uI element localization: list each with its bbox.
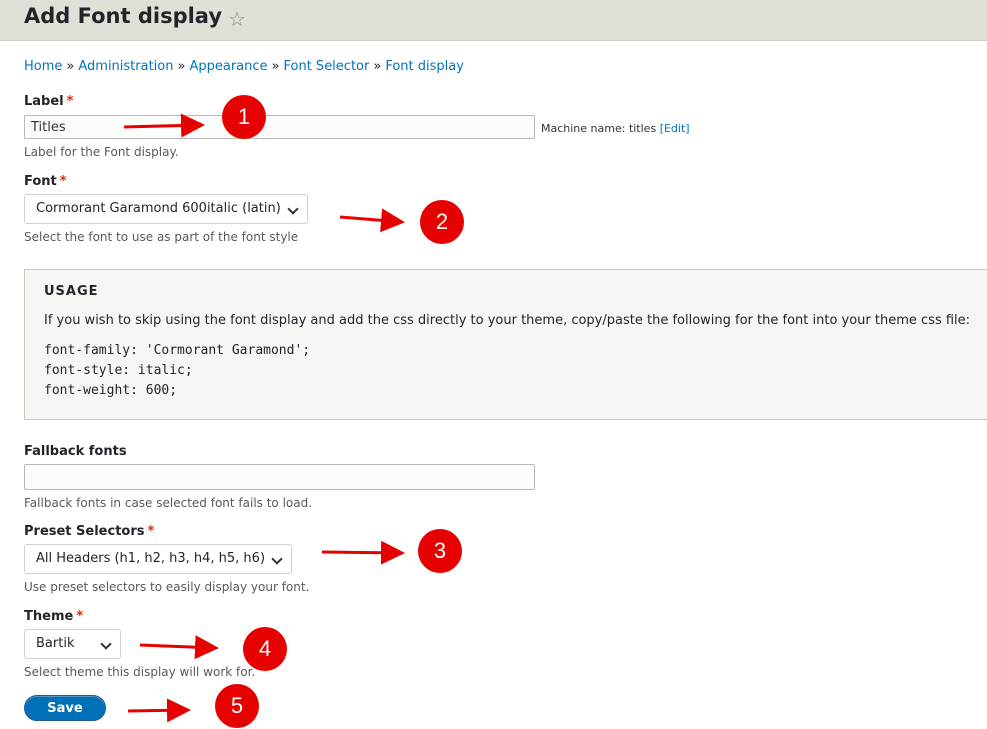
annotation-arrows — [123, 113, 405, 723]
arrow-icon — [139, 635, 219, 660]
arrow-icon — [321, 540, 405, 565]
annotation-badge: 2 — [420, 200, 464, 244]
annotation-badge: 4 — [243, 627, 287, 671]
annotation-badge: 3 — [418, 529, 462, 573]
arrow-icon — [123, 113, 205, 138]
arrow-icon — [339, 208, 405, 233]
arrow-icon — [127, 698, 191, 723]
annotation-badge: 5 — [215, 684, 259, 728]
annotation-badge: 1 — [222, 95, 266, 139]
